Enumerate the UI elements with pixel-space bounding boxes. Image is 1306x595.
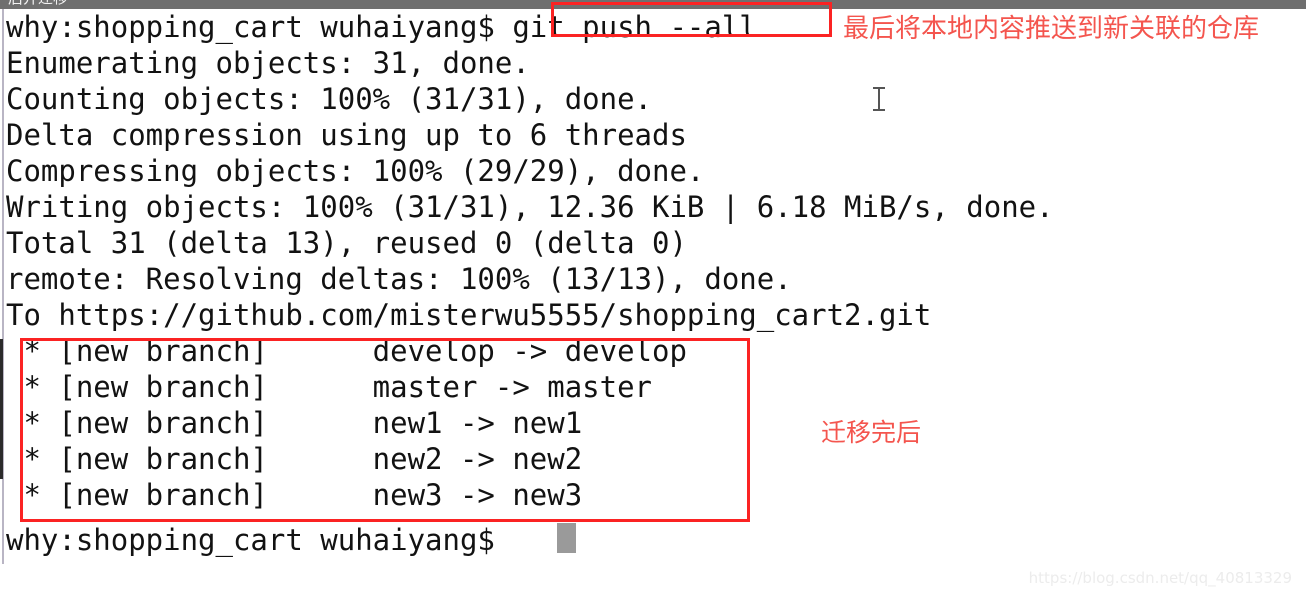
terminal-line-final-prompt: why:shopping_cart wuhaiyang$: [6, 523, 513, 557]
terminal-line-branch-new1: * [new branch] new1 -> new1: [6, 406, 583, 440]
terminal-line-delta-compression: Delta compression using up to 6 threads: [6, 118, 687, 152]
annotation-push-command: 最后将本地内容推送到新关联的仓库: [843, 14, 1260, 44]
terminal-cursor: [557, 523, 576, 553]
terminal-window[interactable]: why:shopping_cart wuhaiyang$ git push --…: [0, 9, 1306, 595]
terminal-line-remote-url: To https://github.com/misterwu5555/shopp…: [6, 298, 932, 332]
window-title-text: 后并迁移: [8, 0, 68, 7]
terminal-line-counting: Counting objects: 100% (31/31), done.: [6, 82, 653, 116]
terminal-line-branch-new3: * [new branch] new3 -> new3: [6, 478, 583, 512]
terminal-line-prompt-command: why:shopping_cart wuhaiyang$ git push --…: [6, 10, 757, 44]
terminal-line-remote-resolving: remote: Resolving deltas: 100% (13/13), …: [6, 262, 792, 296]
terminal-left-edge: [2, 9, 4, 564]
terminal-line-enumerating: Enumerating objects: 31, done.: [6, 46, 530, 80]
terminal-line-branch-master: * [new branch] master -> master: [6, 370, 653, 404]
terminal-line-branch-develop: * [new branch] develop -> develop: [6, 334, 687, 368]
terminal-line-compressing: Compressing objects: 100% (29/29), done.: [6, 154, 705, 188]
screenshot-root: 后并迁移 why:shopping_cart wuhaiyang$ git pu…: [0, 0, 1306, 595]
terminal-line-writing: Writing objects: 100% (31/31), 12.36 KiB…: [6, 190, 1054, 224]
watermark-text: https://blog.csdn.net/qq_40813329: [1028, 569, 1292, 587]
terminal-left-edge-dark: [0, 339, 3, 479]
mouse-ibeam-cursor: [873, 87, 885, 111]
annotation-migration-done: 迁移完后: [821, 418, 922, 447]
terminal-line-total: Total 31 (delta 13), reused 0 (delta 0): [6, 226, 687, 260]
terminal-line-branch-new2: * [new branch] new2 -> new2: [6, 442, 583, 476]
